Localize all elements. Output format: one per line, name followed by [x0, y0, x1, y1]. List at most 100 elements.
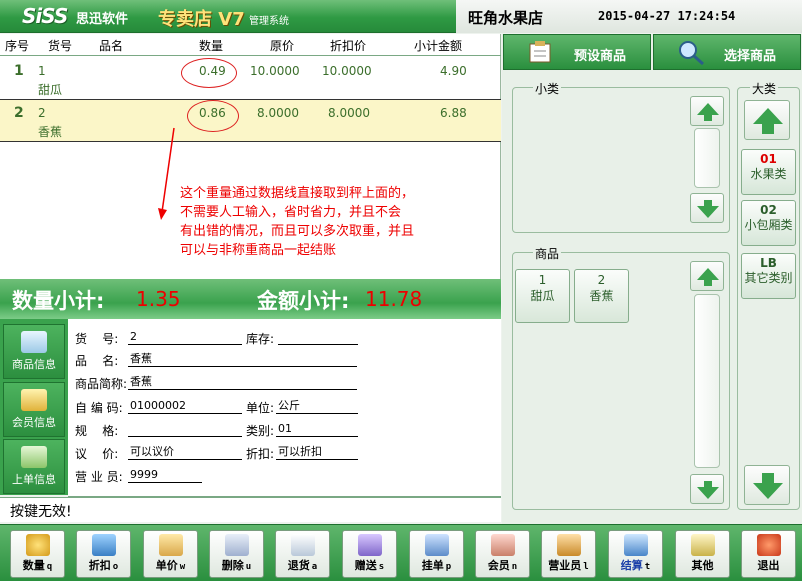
- table-row[interactable]: 2 2 香蕉 0.86 8.0000 8.0000 6.88: [0, 100, 501, 142]
- qty-total-value: 1.35: [136, 287, 181, 311]
- delete-button[interactable]: 删除 u: [209, 530, 264, 578]
- select-goods-button[interactable]: 选择商品: [653, 34, 801, 70]
- delete-icon: [224, 534, 249, 556]
- tab-last-order-info[interactable]: 上单信息: [3, 439, 65, 494]
- btn-key: n: [511, 562, 518, 572]
- tab-product-info[interactable]: 商品信息: [3, 324, 65, 379]
- preset-goods-label: 预设商品: [574, 49, 627, 64]
- discount-label: 折扣:: [246, 447, 275, 461]
- annotation-line: 可以与非称重商品一起结账: [180, 243, 337, 258]
- product-info-icon: [21, 331, 47, 353]
- self-code-field: 01000002: [128, 399, 242, 414]
- goods-item-button[interactable]: 1 甜瓜: [515, 269, 570, 323]
- row-code: 2: [38, 106, 46, 120]
- member-info-icon: [21, 389, 47, 411]
- subcategory-up-button[interactable]: [690, 96, 724, 126]
- row-code: 1: [38, 64, 46, 78]
- coins-icon: [25, 534, 50, 556]
- select-goods-label: 选择商品: [724, 49, 777, 64]
- btn-label: 结算: [620, 559, 643, 572]
- col-price: 原价: [270, 39, 295, 53]
- btn-label: 退货: [287, 559, 310, 572]
- goods-up-button[interactable]: [690, 261, 724, 291]
- unit-price-button[interactable]: 单价 w: [143, 530, 198, 578]
- datetime: 2015-04-27 17:24:54: [598, 9, 736, 23]
- preset-goods-button[interactable]: 预设商品: [503, 34, 651, 70]
- return-button[interactable]: 退货 a: [275, 530, 330, 578]
- clerk-label: 营 业 员:: [75, 470, 123, 484]
- arrow-up-icon: [697, 103, 719, 121]
- short-name-label: 商品简称:: [75, 377, 128, 391]
- btn-label: 删除: [221, 559, 244, 572]
- btn-label: 数量: [22, 559, 45, 572]
- qty-total-label: 数量小计:: [12, 289, 105, 313]
- amount-total-label: 金额小计:: [257, 289, 350, 313]
- exit-button[interactable]: 退出: [741, 530, 796, 578]
- btn-label: 赠送: [354, 559, 377, 572]
- qty-highlight-oval: [181, 58, 237, 88]
- gift-icon: [357, 534, 382, 556]
- btn-label: 单价: [155, 559, 178, 572]
- code-label: 货 号:: [75, 332, 119, 346]
- return-icon: [290, 534, 315, 556]
- info-tabs: 商品信息 会员信息 上单信息: [0, 319, 68, 495]
- siss-logo: SiSS: [22, 4, 68, 28]
- annotation-line: 不需要人工输入，省时省力，并且不会: [180, 205, 402, 220]
- magnifier-icon: [679, 41, 704, 66]
- category-name: 小包厢类: [744, 218, 793, 232]
- col-qty: 数量: [199, 39, 224, 53]
- subcategory-scrollbar[interactable]: [694, 128, 720, 188]
- goods-item-button[interactable]: 2 香蕉: [574, 269, 629, 323]
- last-order-icon: [21, 446, 47, 468]
- btn-key: t: [644, 562, 651, 572]
- row-name: 香蕉: [38, 125, 63, 139]
- tab-label: 上单信息: [12, 473, 56, 486]
- btn-label: 会员: [487, 559, 510, 572]
- category-code: 01: [760, 152, 777, 166]
- stock-label: 库存:: [246, 332, 275, 346]
- category-field: 01: [276, 422, 358, 437]
- row-subtotal: 6.88: [440, 106, 467, 120]
- goods-name: 香蕉: [589, 289, 614, 303]
- sales-table[interactable]: 序号 货号 品名 数量 原价 折扣价 小计金额 1 1 甜瓜 0.49 10.0…: [0, 34, 501, 279]
- hold-order-button[interactable]: 挂单 p: [409, 530, 464, 578]
- qty-button[interactable]: 数量 q: [10, 530, 65, 578]
- discount-icon: [91, 534, 116, 556]
- goods-scrollbar[interactable]: [694, 294, 720, 468]
- product-info-panel: 货 号: 2 库存: 品 名: 香蕉 商品简称: 香蕉 自 编 码: 01000…: [68, 319, 501, 497]
- row-disc-price: 10.0000: [322, 64, 372, 78]
- row-price: 8.0000: [257, 106, 299, 120]
- status-bar: 按键无效!: [0, 497, 501, 522]
- goods-down-button[interactable]: [690, 474, 724, 504]
- btn-key: s: [378, 562, 385, 572]
- annotation-line: 这个重量通过数据线直接取到秤上面的，: [180, 186, 415, 201]
- subcategory-down-button[interactable]: [690, 193, 724, 223]
- discount-button[interactable]: 折扣 o: [76, 530, 131, 578]
- row-price: 10.0000: [250, 64, 300, 78]
- category-label: 类别:: [246, 424, 275, 438]
- tab-member-info[interactable]: 会员信息: [3, 382, 65, 437]
- row-seq: 1: [14, 63, 24, 79]
- gift-button[interactable]: 赠送 s: [342, 530, 397, 578]
- code-field: 2: [128, 330, 242, 345]
- category-item-button[interactable]: 02 小包厢类: [741, 200, 796, 246]
- member-button[interactable]: 会员 n: [475, 530, 530, 578]
- category-up-button[interactable]: [744, 100, 790, 140]
- category-down-button[interactable]: [744, 465, 790, 505]
- clerk-button[interactable]: 营业员 l: [541, 530, 596, 578]
- category-name: 其它类别: [744, 271, 793, 285]
- annotation-note: 这个重量通过数据线直接取到秤上面的， 不需要人工输入，省时省力，并且不会 有出错…: [180, 184, 480, 260]
- arrow-down-icon: [753, 473, 783, 499]
- row-name: 甜瓜: [38, 83, 63, 97]
- checkout-button[interactable]: 结算 t: [608, 530, 663, 578]
- col-name: 品名: [99, 39, 124, 53]
- table-row[interactable]: 1 1 甜瓜 0.49 10.0000 10.0000 4.90: [0, 58, 501, 100]
- btn-label: 其他: [691, 559, 714, 572]
- name-label: 品 名:: [75, 354, 119, 368]
- btn-key: u: [245, 562, 252, 572]
- tab-label: 商品信息: [12, 358, 56, 371]
- other-button[interactable]: 其他: [675, 530, 730, 578]
- stock-field: [278, 330, 358, 345]
- category-item-button[interactable]: LB 其它类别: [741, 253, 796, 299]
- category-item-button[interactable]: 01 水果类: [741, 149, 796, 195]
